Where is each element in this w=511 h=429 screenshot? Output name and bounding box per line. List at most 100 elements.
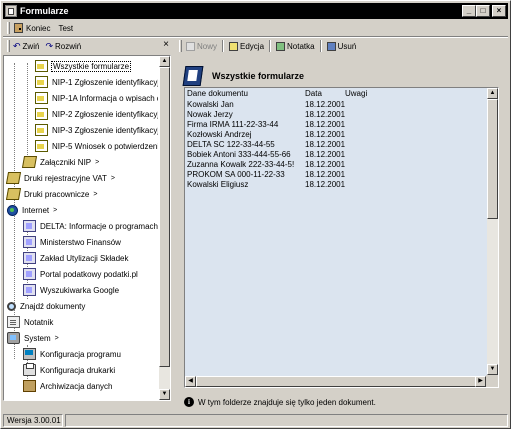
expand-arrow-icon[interactable]: > xyxy=(111,175,115,182)
tree-scroll-up-icon[interactable]: ▲ xyxy=(159,56,170,67)
tree-node[interactable]: NIP-2 Zgłoszenie identyfikacyjne xyxy=(35,107,158,121)
tree-node[interactable]: NIP-3 Zgłoszenie identyfikacyjne xyxy=(35,123,158,137)
edit-label: Edycja xyxy=(240,41,265,51)
tree-node-label: Konfiguracja drukarki xyxy=(40,365,116,375)
tree-node[interactable]: Zakład Utylizacji Składek xyxy=(23,251,129,265)
tree-node[interactable]: Konfiguracja drukarki xyxy=(23,363,116,377)
tree-node[interactable]: NIP-5 Wniosek o potwierdzenie nadania xyxy=(35,139,158,153)
table-row[interactable]: Kozłowski Andrzej 18.12.2001 xyxy=(185,129,486,139)
toolbar-separator xyxy=(319,40,322,52)
table-row[interactable]: Zuzanna Kowalk 222-33-44-5! 18.12.2001 xyxy=(185,159,486,169)
tree-node[interactable]: Znajdź dokumenty xyxy=(7,299,86,313)
tree-node[interactable]: Druki pracownicze > xyxy=(5,187,97,201)
tree-node[interactable]: Ministerstwo Finansów xyxy=(23,235,122,249)
config-icon xyxy=(23,348,36,360)
close-tree-panel-icon[interactable]: × xyxy=(163,40,169,50)
list-scroll-down-icon[interactable]: ▼ xyxy=(487,364,498,375)
table-cell: Firma IRMA 111-22-33-44 xyxy=(187,119,279,129)
table-cell: PROKOM SA 000-11-22-33 xyxy=(187,169,285,179)
tree-node[interactable]: Notatnik xyxy=(7,315,54,329)
tree-node[interactable]: Druki rejestracyjne VAT > xyxy=(5,171,115,185)
edit-button[interactable]: Edycja xyxy=(229,41,265,51)
new-button[interactable]: Nowy xyxy=(186,41,217,51)
table-cell: Zuzanna Kowalk 222-33-44-5! xyxy=(187,159,295,169)
table-cell: Kowalski Eligiusz xyxy=(187,179,249,189)
list-vertical-scrollbar[interactable]: ▲ ▼ xyxy=(487,88,498,375)
tree-node[interactable]: Wszystkie formularze xyxy=(35,59,132,73)
document-toolbar-grip[interactable] xyxy=(179,40,182,52)
table-row[interactable]: Bobiek Antoni 333-444-55-66 18.12.2001 xyxy=(185,149,486,159)
menu-bar: Koniec Test xyxy=(3,20,508,36)
content-header: Wszystkie formularze xyxy=(180,63,500,89)
form-doc-icon xyxy=(35,124,48,136)
table-cell: 18.12.2001 xyxy=(305,169,346,179)
menu-grip[interactable] xyxy=(7,22,10,34)
tree-node[interactable]: Archiwizacja danych xyxy=(23,379,113,393)
book-icon xyxy=(21,156,38,168)
expand-arrow-icon[interactable]: > xyxy=(55,335,59,342)
expand-arrow-icon[interactable]: > xyxy=(53,207,57,214)
status-panel xyxy=(65,414,508,427)
tree-node[interactable]: Załączniki NIP > xyxy=(21,155,99,169)
minimize-button[interactable]: _ xyxy=(462,5,476,17)
table-cell: Kozłowski Andrzej xyxy=(187,129,252,139)
list-scroll-thumb[interactable] xyxy=(487,99,498,219)
tree-node-label: NIP-5 Wniosek o potwierdzenie nadania xyxy=(52,141,158,151)
globe-icon xyxy=(7,204,18,216)
table-row[interactable]: Kowalski Eligiusz 18.12.2001 xyxy=(185,179,486,189)
tree-scroll-down-icon[interactable]: ▼ xyxy=(159,389,170,400)
note-button[interactable]: Notatka xyxy=(276,41,315,51)
title-bar[interactable]: Formularze _ □ × xyxy=(3,3,508,19)
tree-node-label: Ministerstwo Finansów xyxy=(40,237,121,247)
table-cell: 18.12.2001 xyxy=(305,99,346,109)
navigation-tree[interactable]: Wszystkie formularze NIP-1 Zgłoszenie ide… xyxy=(3,55,171,401)
table-cell: 18.12.2001 xyxy=(305,109,346,119)
status-bar: Wersja 3.00.01 xyxy=(3,414,508,427)
table-cell: 18.12.2001 xyxy=(305,139,346,149)
menu-koniec[interactable]: Koniec xyxy=(14,23,50,33)
tree-node[interactable]: Internet > xyxy=(7,203,57,217)
tree-node[interactable]: NIP-1A Informacja o wpisach do rejestrów xyxy=(35,91,158,105)
collapse-label: Zwiń xyxy=(22,41,40,51)
column-header-dane[interactable]: Dane dokumentu xyxy=(185,89,305,98)
menu-test[interactable]: Test xyxy=(58,24,73,33)
tree-node[interactable]: Wyszukiwarka Google xyxy=(23,283,120,297)
tree-node[interactable]: NIP-1 Zgłoszenie identyfikacyjne xyxy=(35,75,158,89)
document-list[interactable]: Dane dokumentu Data Uwagi Kowalski Jan 18… xyxy=(184,87,499,388)
tree-node-label: System xyxy=(24,333,51,343)
table-row[interactable]: Firma IRMA 111-22-33-44 18.12.2001 xyxy=(185,119,486,129)
close-button[interactable]: × xyxy=(492,5,506,17)
delete-label: Usuń xyxy=(337,41,357,51)
column-header-data[interactable]: Data xyxy=(305,89,345,98)
maximize-button[interactable]: □ xyxy=(476,5,490,17)
document-toolbar: Nowy Edycja Notatka Usuń xyxy=(176,38,508,54)
list-scroll-up-icon[interactable]: ▲ xyxy=(487,88,498,99)
table-row[interactable]: Nowak Jerzy 18.12.2001 xyxy=(185,109,486,119)
table-cell: 18.12.2001 xyxy=(305,119,346,129)
column-header-uwagi[interactable]: Uwagi xyxy=(345,89,395,98)
tree-toolbar-grip[interactable] xyxy=(7,40,10,52)
tree-node[interactable]: Konfiguracja programu xyxy=(23,347,122,361)
expand-button[interactable]: ↷ Rozwiń xyxy=(45,41,81,52)
list-horizontal-scrollbar[interactable]: ◀ ▶ xyxy=(185,376,486,387)
tree-node-label: NIP-2 Zgłoszenie identyfikacyjne xyxy=(52,109,158,119)
tree-node[interactable]: System > xyxy=(7,331,59,345)
window-title: Formularze xyxy=(20,6,69,16)
list-hscroll-thumb[interactable] xyxy=(196,376,476,387)
tree-node-label: Internet xyxy=(22,205,50,215)
table-row[interactable]: Kowalski Jan 18.12.2001 xyxy=(185,99,486,109)
delete-button[interactable]: Usuń xyxy=(326,41,357,51)
info-message: i W tym folderze znajduje się tylko jede… xyxy=(184,397,376,407)
list-scroll-left-icon[interactable]: ◀ xyxy=(185,376,196,387)
expand-arrow-icon[interactable]: > xyxy=(93,191,97,198)
tree-scroll-thumb[interactable] xyxy=(159,67,170,367)
expand-arrow-icon[interactable]: > xyxy=(95,159,99,166)
list-scroll-right-icon[interactable]: ▶ xyxy=(475,376,486,387)
table-row[interactable]: DELTA SC 122-33-44-55 18.12.2001 xyxy=(185,139,486,149)
table-row[interactable]: PROKOM SA 000-11-22-33 18.12.2001 xyxy=(185,169,486,179)
tree-node[interactable]: DELTA: Informacje o programach xyxy=(23,219,158,233)
tree-vertical-scrollbar[interactable]: ▲ ▼ xyxy=(159,56,170,400)
tree-node[interactable]: Portal podatkowy podatki.pl xyxy=(23,267,139,281)
collapse-button[interactable]: ↶ Zwiń xyxy=(13,41,39,52)
new-doc-icon xyxy=(186,41,195,51)
